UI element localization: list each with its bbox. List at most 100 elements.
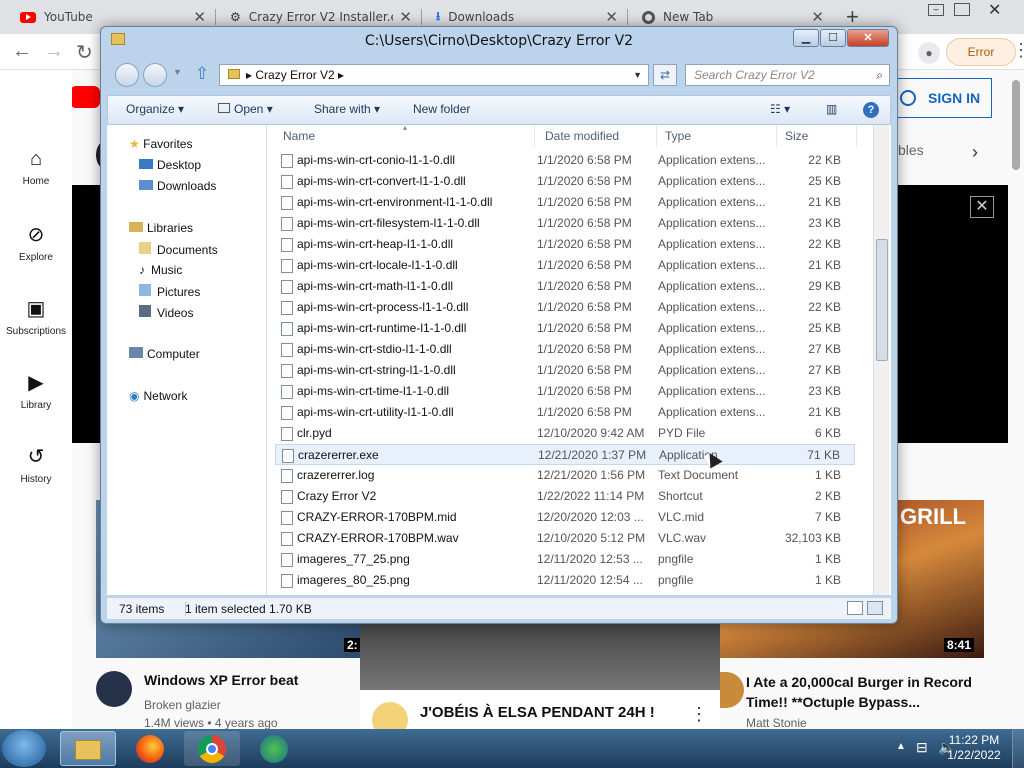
channel-avatar[interactable]: [96, 671, 132, 707]
forward-button[interactable]: [143, 63, 167, 87]
restore-icon[interactable]: [954, 3, 970, 16]
tree-music[interactable]: ♪ Music: [139, 263, 182, 277]
address-bar[interactable]: ▸ Crazy Error V2 ▸ ▼: [219, 64, 649, 86]
file-row[interactable]: crazererrer.log 12/21/2020 1:56 PM Text Do…: [275, 465, 855, 486]
clock[interactable]: 11:22 PM 1/22/2022: [944, 733, 1004, 763]
forward-icon[interactable]: →: [44, 40, 64, 63]
search-input[interactable]: Search Crazy Error V2 ⌕: [685, 64, 890, 86]
tree-pictures[interactable]: Pictures: [139, 284, 200, 299]
network-tray-icon[interactable]: ⊟: [916, 739, 928, 756]
file-row[interactable]: api-ms-win-crt-locale-l1-1-0.dll 1/1/2020…: [275, 255, 855, 276]
file-row[interactable]: api-ms-win-crt-math-l1-1-0.dll 1/1/2020 6…: [275, 276, 855, 297]
close-tab-icon[interactable]: ✕: [811, 8, 824, 26]
taskbar-installer[interactable]: [246, 731, 302, 766]
nav-explore[interactable]: ⊘ Explore: [0, 222, 72, 263]
tray-expand-icon[interactable]: ▲: [896, 741, 906, 752]
video-title[interactable]: I Ate a 20,000cal Burger in Record Time!…: [746, 672, 986, 712]
view-options-icon[interactable]: ☷ ▾: [770, 102, 790, 116]
profile-error-badge[interactable]: Error: [946, 38, 1016, 66]
taskbar-chrome[interactable]: [184, 731, 240, 766]
column-size[interactable]: Size: [777, 125, 857, 147]
tree-downloads[interactable]: Downloads: [139, 179, 216, 193]
close-tab-icon[interactable]: ✕: [605, 8, 618, 26]
file-row[interactable]: api-ms-win-crt-conio-l1-1-0.dll 1/1/2020 …: [275, 150, 855, 171]
page-scrollbar[interactable]: [1012, 80, 1020, 170]
nav-home[interactable]: ⌂ Home: [0, 148, 72, 187]
video-title[interactable]: J'OBÉIS À ELSA PENDANT 24H !: [420, 704, 655, 721]
channel-name[interactable]: Broken glazier: [144, 698, 221, 712]
file-row[interactable]: imageres_77_25.png 12/11/2020 12:53 ... pn…: [275, 549, 855, 570]
file-type: Application extens...: [658, 195, 766, 209]
chip-partial[interactable]: bles: [898, 142, 924, 158]
file-row[interactable]: api-ms-win-crt-environment-l1-1-0.dll 1/1…: [275, 192, 855, 213]
back-button[interactable]: [115, 63, 139, 87]
file-row[interactable]: api-ms-win-crt-time-l1-1-0.dll 1/1/2020 6…: [275, 381, 855, 402]
file-type: Application extens...: [658, 342, 766, 356]
new-folder-button[interactable]: New folder: [413, 102, 470, 116]
file-row[interactable]: api-ms-win-crt-utility-l1-1-0.dll 1/1/202…: [275, 402, 855, 423]
file-row[interactable]: api-ms-win-crt-runtime-l1-1-0.dll 1/1/202…: [275, 318, 855, 339]
nav-subscriptions[interactable]: ▣ Subscriptions: [0, 296, 72, 337]
file-row[interactable]: imageres_80_25.png 12/11/2020 12:54 ... pn…: [275, 570, 855, 591]
video-meta: 1.4M views • 4 years ago: [144, 716, 278, 730]
tree-computer[interactable]: Computer: [129, 347, 200, 361]
tree-desktop[interactable]: Desktop: [139, 158, 201, 172]
tree-favorites[interactable]: ★ Favorites: [129, 137, 192, 151]
file-row[interactable]: clr.pyd 12/10/2020 9:42 AM PYD File 6 KB: [275, 423, 855, 444]
file-row[interactable]: api-ms-win-crt-string-l1-1-0.dll 1/1/2020…: [275, 360, 855, 381]
file-icon: [281, 238, 293, 252]
file-row[interactable]: api-ms-win-crt-heap-l1-1-0.dll 1/1/2020 6…: [275, 234, 855, 255]
profile-avatar-icon[interactable]: ●: [918, 42, 940, 64]
more-options-icon[interactable]: ⋮: [690, 704, 708, 725]
taskbar-firefox[interactable]: [122, 731, 178, 766]
close-tab-icon[interactable]: ✕: [193, 8, 206, 26]
file-type: Application extens...: [658, 363, 766, 377]
column-date[interactable]: Date modified: [537, 125, 657, 147]
close-tab-icon[interactable]: ✕: [399, 8, 412, 26]
up-level-icon[interactable]: ⇧: [195, 64, 209, 84]
nav-library[interactable]: ▶ Library: [0, 370, 72, 411]
chevron-right-icon[interactable]: ›: [972, 142, 978, 163]
file-row[interactable]: api-ms-win-crt-filesystem-l1-1-0.dll 1/1/…: [275, 213, 855, 234]
video-title[interactable]: Windows XP Error beat: [144, 672, 298, 688]
file-row[interactable]: api-ms-win-crt-process-l1-1-0.dll 1/1/202…: [275, 297, 855, 318]
tree-videos[interactable]: Videos: [139, 305, 193, 320]
close-window-icon[interactable]: ✕: [988, 0, 1001, 20]
file-row[interactable]: CRAZY-ERROR-170BPM.wav 12/10/2020 5:12 PM…: [275, 528, 855, 549]
maximize-button[interactable]: ☐: [820, 29, 846, 47]
close-button[interactable]: ✕: [847, 29, 889, 47]
start-button[interactable]: [2, 730, 46, 767]
tree-documents[interactable]: Documents: [139, 242, 218, 257]
file-row[interactable]: CRAZY-ERROR-170BPM.mid 12/20/2020 12:03 .…: [275, 507, 855, 528]
reload-icon[interactable]: ↻: [76, 40, 93, 65]
scrollbar-thumb[interactable]: [876, 239, 888, 361]
back-icon[interactable]: ←: [12, 40, 32, 63]
tree-libraries[interactable]: Libraries: [129, 221, 193, 235]
share-with-menu[interactable]: Share with ▾: [314, 102, 380, 116]
file-row[interactable]: Crazy Error V2 1/22/2022 11:14 PM Shortcut…: [275, 486, 855, 507]
file-row[interactable]: crazererrer.exe 12/21/2020 1:37 PM Applica…: [275, 444, 855, 465]
menu-kebab-icon[interactable]: ⋮: [1012, 40, 1024, 61]
file-row[interactable]: api-ms-win-crt-stdio-l1-1-0.dll 1/1/2020 …: [275, 339, 855, 360]
address-dropdown-icon[interactable]: ▼: [633, 65, 642, 85]
minimize-icon[interactable]: –: [928, 4, 944, 16]
recent-pages-dropdown-icon[interactable]: ▼: [173, 67, 182, 77]
nav-history[interactable]: ↺ History: [0, 444, 72, 485]
tree-network[interactable]: ◉ Network: [129, 389, 188, 403]
column-type[interactable]: Type: [657, 125, 777, 147]
refresh-icon[interactable]: ⇄: [653, 64, 677, 86]
taskbar-explorer[interactable]: [60, 731, 116, 766]
minimize-button[interactable]: ▁: [793, 29, 819, 47]
organize-menu[interactable]: Organize ▾: [126, 102, 184, 116]
details-view-icon[interactable]: [847, 601, 863, 615]
thumbnail-view-icon[interactable]: [867, 601, 883, 615]
open-menu[interactable]: Open ▾: [218, 102, 273, 116]
close-overlay-icon[interactable]: ✕: [970, 196, 994, 218]
channel-name[interactable]: Matt Stonie: [746, 716, 807, 730]
vertical-scrollbar[interactable]: [873, 125, 889, 595]
preview-pane-icon[interactable]: ▥: [826, 102, 837, 116]
file-row[interactable]: api-ms-win-crt-convert-l1-1-0.dll 1/1/202…: [275, 171, 855, 192]
youtube-logo[interactable]: [70, 86, 100, 108]
help-icon[interactable]: ?: [863, 102, 879, 118]
show-desktop-button[interactable]: [1012, 729, 1024, 768]
